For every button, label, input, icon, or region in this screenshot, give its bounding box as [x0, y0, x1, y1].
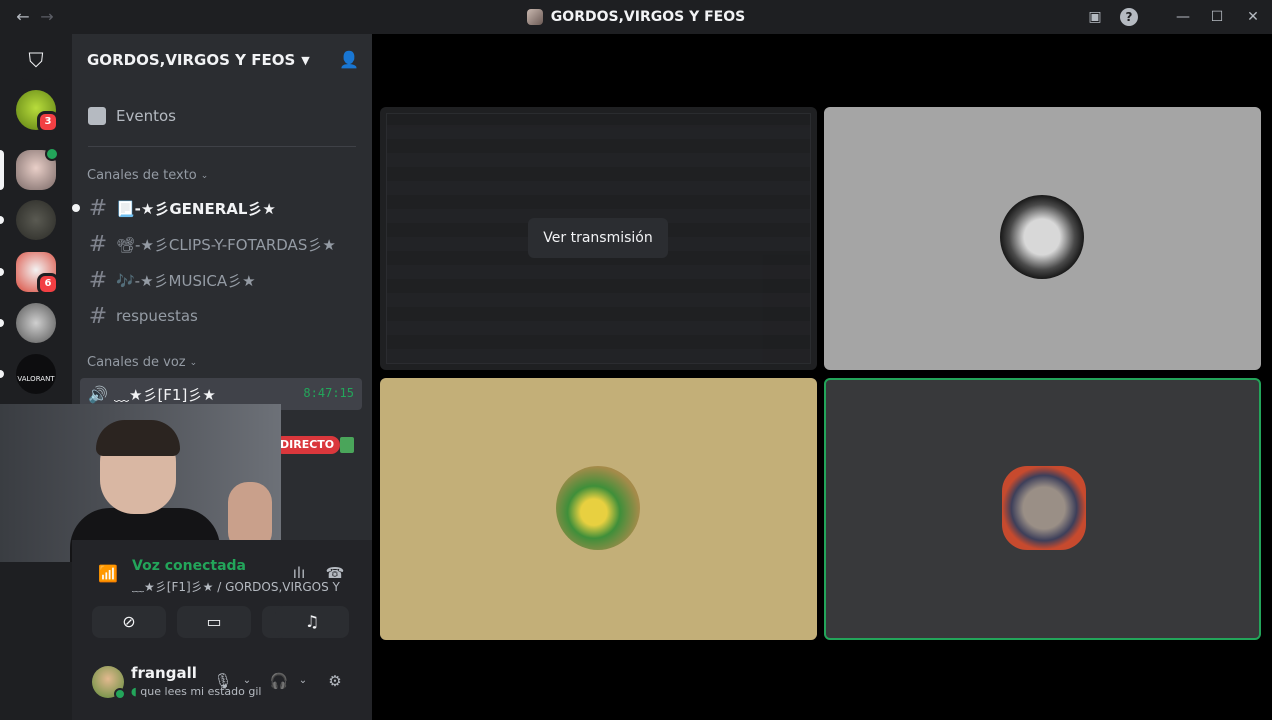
hash-icon: # — [88, 195, 108, 221]
voice-active-icon — [45, 147, 59, 161]
watch-stream-button[interactable]: Ver transmisión — [528, 218, 668, 258]
activity-icon — [340, 437, 354, 453]
server-name: GORDOS,VIRGOS Y FEOS — [87, 51, 296, 69]
participant-tile-2[interactable] — [380, 378, 817, 640]
server-icon-2-selected[interactable] — [16, 147, 59, 190]
unread-indicator — [72, 204, 80, 212]
calendar-icon — [88, 107, 106, 125]
voice-stage: Ver transmisión — [372, 34, 1272, 720]
disconnect-icon[interactable]: ☎ — [324, 564, 346, 586]
username[interactable]: frangall — [131, 664, 197, 682]
microphone-icon[interactable]: 🎙 — [212, 670, 234, 692]
participant-avatar — [1000, 195, 1084, 279]
mention-badge: 6 — [37, 273, 59, 295]
server-rail: ⛉ 3 6 VALORANT — [0, 34, 72, 720]
channel-general[interactable]: # 📃-★彡GENERAL彡★ — [72, 192, 364, 224]
webcam-person-hair — [96, 420, 180, 456]
live-badge: DIRECTO — [274, 436, 341, 454]
discord-window: ← → GORDOS,VIRGOS Y FEOS ▣ ? — ☐ ✕ ⛉ 3 6… — [0, 0, 1272, 720]
server-icon-3[interactable] — [16, 200, 56, 240]
online-status-icon — [114, 688, 126, 700]
voice-channels-category[interactable]: Canales de voz ⌄ — [87, 355, 197, 370]
hash-icon: # — [88, 231, 108, 257]
category-label: Canales de voz — [87, 355, 186, 370]
participant-tile-speaking[interactable] — [824, 378, 1261, 640]
participant-tile-1[interactable] — [824, 107, 1261, 370]
channel-name: respuestas — [116, 307, 198, 325]
screen-share-icon: ▭ — [206, 612, 222, 631]
invite-people-icon[interactable]: 👤 — [338, 50, 360, 72]
events-label: Eventos — [116, 107, 176, 125]
window-title: GORDOS,VIRGOS Y FEOS — [0, 0, 1272, 34]
close-icon[interactable]: ✕ — [1242, 6, 1264, 28]
unread-pill — [0, 370, 4, 378]
server-avatar-icon — [526, 9, 543, 25]
speaker-icon: 🔊 — [88, 385, 108, 404]
chevron-down-icon[interactable]: ⌄ — [236, 670, 258, 692]
window-title-text: GORDOS,VIRGOS Y FEOS — [550, 9, 746, 25]
headphones-icon[interactable]: 🎧 — [268, 670, 290, 692]
unread-pill — [0, 216, 4, 224]
server-icon-1[interactable]: 3 — [16, 90, 59, 133]
camera-off-button[interactable]: ⊘ — [92, 606, 166, 638]
server-icon-5[interactable] — [16, 303, 56, 343]
stream-tile[interactable]: Ver transmisión — [380, 107, 817, 370]
divider — [88, 146, 356, 147]
webcam-overlay — [0, 404, 281, 562]
forward-arrow-icon[interactable]: → — [36, 6, 58, 28]
voice-status: Voz conectada — [132, 558, 246, 574]
chevron-down-icon: ⌄ — [189, 357, 198, 368]
soundboard-icon: ♫ — [304, 612, 320, 631]
channel-clips[interactable]: # 📽-★彡CLIPS-Y-FOTARDAS彡★ — [80, 228, 364, 260]
mention-badge: 3 — [37, 111, 59, 133]
voice-timer: 8:47:15 — [303, 386, 354, 400]
title-bar: ← → GORDOS,VIRGOS Y FEOS ▣ ? — ☐ ✕ — [0, 0, 1272, 34]
maximize-icon[interactable]: ☐ — [1206, 6, 1228, 28]
share-screen-button[interactable]: ▭ — [177, 606, 251, 638]
chevron-down-icon[interactable]: ⌄ — [292, 670, 314, 692]
voice-location[interactable]: ﹏★彡[F1]彡★ / GORDOS,VIRGOS Y FE... — [132, 578, 344, 595]
camera-off-icon: ⊘ — [122, 612, 136, 631]
inbox-icon[interactable]: ▣ — [1084, 6, 1106, 28]
unread-pill — [0, 319, 4, 327]
hash-icon: # — [88, 303, 108, 329]
channel-name: 🎶-★彡MUSICA彡★ — [116, 271, 256, 290]
server-icon-valorant[interactable]: VALORANT — [16, 354, 56, 394]
events-row[interactable]: Eventos — [80, 96, 364, 136]
channel-name: 📽-★彡CLIPS-Y-FOTARDAS彡★ — [116, 235, 336, 254]
participant-avatar — [1002, 466, 1086, 550]
valorant-label: VALORANT — [17, 375, 55, 383]
chevron-down-icon: ▼ — [301, 53, 310, 67]
hash-icon: # — [88, 267, 108, 293]
gear-icon[interactable]: ⚙ — [324, 670, 346, 692]
minimize-icon[interactable]: — — [1172, 6, 1194, 28]
channel-name: 📃-★彡GENERAL彡★ — [116, 199, 276, 218]
soundboard-button[interactable]: ♫ — [275, 606, 349, 638]
participant-avatar — [556, 466, 640, 550]
speaking-icon: ◖ — [131, 685, 137, 698]
server-header[interactable]: GORDOS,VIRGOS Y FEOS ▼ 👤 — [72, 34, 372, 86]
connection-signal-icon[interactable]: 📶 — [98, 564, 118, 584]
user-panel: frangall ◖ que lees mi estado gil 🎙 ⌄ 🎧 … — [72, 648, 372, 720]
help-icon[interactable]: ? — [1118, 6, 1140, 28]
channel-musica[interactable]: # 🎶-★彡MUSICA彡★ — [80, 264, 364, 296]
discord-home-icon[interactable]: ⛉ — [16, 40, 56, 80]
selected-server-pill — [0, 150, 4, 190]
voice-connection-panel: 📶 Voz conectada ﹏★彡[F1]彡★ / GORDOS,VIRGO… — [72, 540, 372, 648]
unread-pill — [0, 268, 4, 276]
noise-suppression-icon[interactable]: ılı — [288, 564, 310, 586]
channel-respuestas[interactable]: # respuestas — [80, 300, 364, 332]
chevron-down-icon: ⌄ — [200, 170, 209, 181]
voice-channel-name: ﹏★彡[F1]彡★ — [114, 385, 216, 404]
category-label: Canales de texto — [87, 168, 197, 183]
text-channels-category[interactable]: Canales de texto ⌄ — [87, 168, 208, 183]
back-arrow-icon[interactable]: ← — [12, 6, 34, 28]
server-icon-4[interactable]: 6 — [16, 252, 59, 295]
